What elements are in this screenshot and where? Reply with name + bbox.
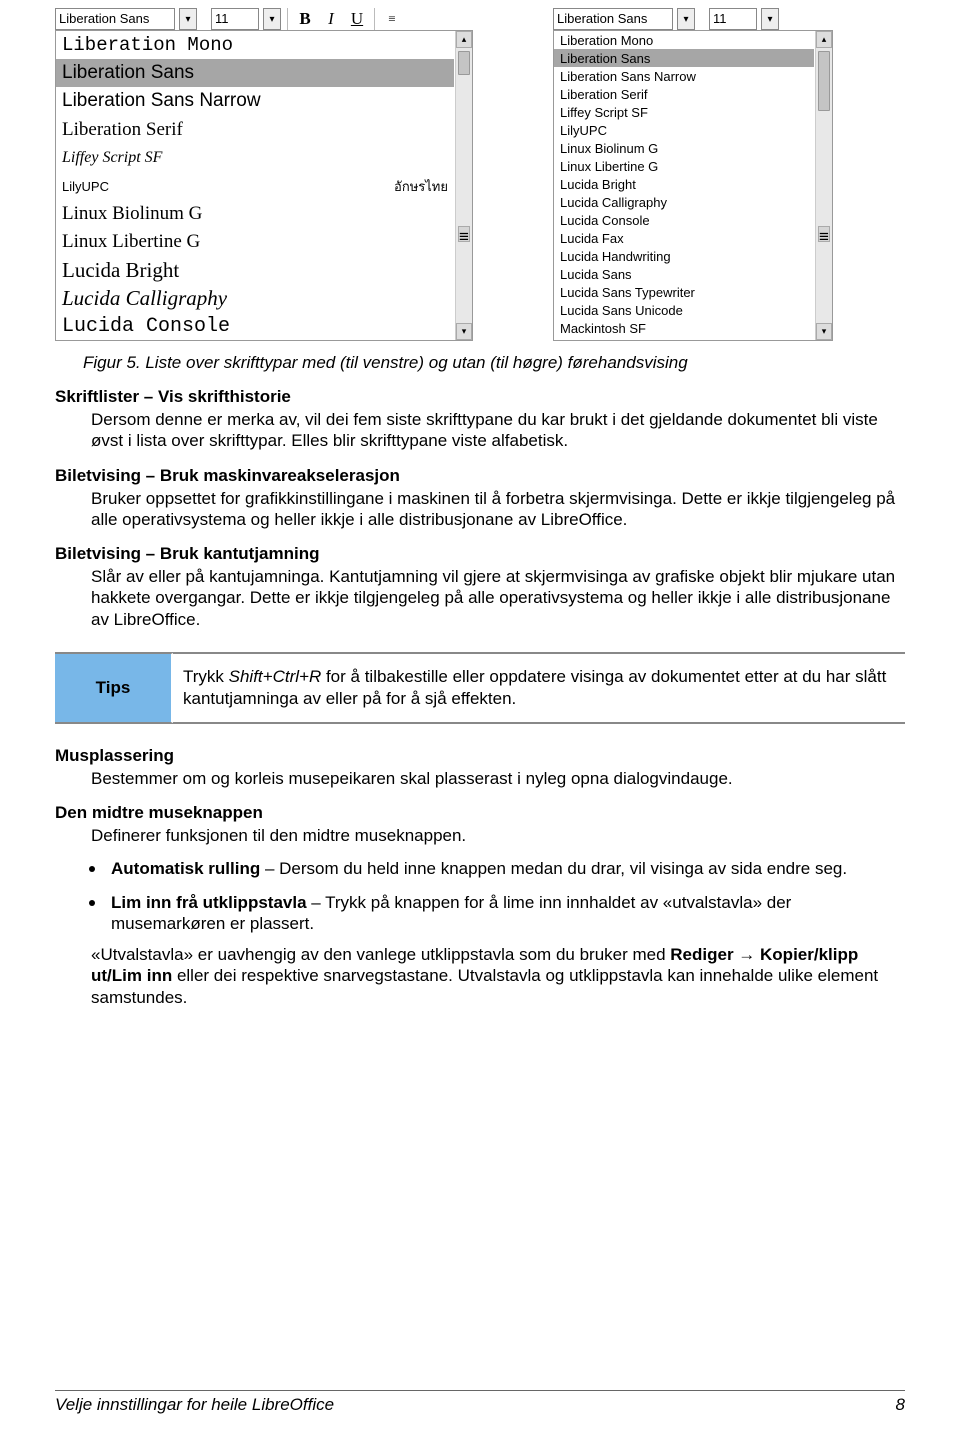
font-list-item[interactable]: Linux Libertine G xyxy=(554,157,814,175)
text-run: «Utvalstavla» er uavhengig av den vanleg… xyxy=(91,945,670,964)
font-list-item[interactable]: Mackintosh SF xyxy=(554,319,814,337)
figure-caption: Figur 5. Liste over skrifttypar med (til… xyxy=(83,353,905,373)
paragraph: «Utvalstavla» er uavhengig av den vanleg… xyxy=(91,944,905,1008)
font-name-input[interactable] xyxy=(557,9,733,27)
font-size-input[interactable] xyxy=(215,9,253,27)
scrollbar[interactable]: ▴ ≡ ▾ xyxy=(815,31,832,340)
bullet-strong: Automatisk rulling xyxy=(111,859,260,878)
bullet-item: Automatisk rulling – Dersom du held inne… xyxy=(107,856,905,879)
font-name-combo[interactable] xyxy=(553,8,673,30)
bullet-list: Automatisk rulling – Dersom du held inne… xyxy=(107,856,905,934)
font-size-combo[interactable] xyxy=(709,8,757,30)
font-list-item[interactable]: Lucida Sans xyxy=(554,265,814,283)
section-heading: Skriftlister – Vis skrifthistorie xyxy=(55,387,905,407)
section-heading: Den midtre museknappen xyxy=(55,803,905,823)
section-heading: Musplassering xyxy=(55,746,905,766)
scroll-down-button[interactable]: ▾ xyxy=(456,323,472,340)
scroll-thumb[interactable] xyxy=(458,51,470,75)
chevron-down-icon: ▾ xyxy=(683,14,688,25)
font-list-item[interactable]: Lucida Handwriting xyxy=(554,247,814,265)
font-name-dropdown-button[interactable]: ▾ xyxy=(677,8,695,30)
font-list-item[interactable]: Lucida Bright xyxy=(56,257,454,285)
font-list-item[interactable]: Lucida Fax xyxy=(554,229,814,247)
font-size-combo[interactable] xyxy=(211,8,259,30)
scroll-up-button[interactable]: ▴ xyxy=(456,31,472,48)
toolbar-separator xyxy=(287,8,288,30)
text-run: eller dei respektive snarvegstastane. Ut… xyxy=(91,966,878,1006)
font-list-item-selected[interactable]: Liberation Sans xyxy=(56,59,454,87)
tips-body: Trykk Shift+Ctrl+R for å tilbakestille e… xyxy=(173,653,905,723)
font-size-dropdown-button[interactable]: ▾ xyxy=(761,8,779,30)
bullet-text: – Dersom du held inne knappen medan du d… xyxy=(260,859,847,878)
italic-button[interactable]: I xyxy=(320,8,342,30)
paragraph: Definerer funksjonen til den midtre muse… xyxy=(91,825,905,846)
tips-text: Trykk xyxy=(183,667,229,686)
font-size-input[interactable] xyxy=(713,9,751,27)
scroll-up-button[interactable]: ▴ xyxy=(816,31,832,48)
section-heading: Biletvising – Bruk maskinvareakselerasjo… xyxy=(55,466,905,486)
formatting-toolbar-right: ▾ ▾ xyxy=(553,8,833,30)
bullet-item: Lim inn frå utklippstavla – Trykk på kna… xyxy=(107,890,905,935)
font-list-item[interactable]: Linux Libertine G xyxy=(56,228,454,256)
font-list-item[interactable]: Lucida Sans Typewriter xyxy=(554,283,814,301)
scroll-page-marker[interactable]: ≡ xyxy=(818,226,830,242)
font-list-item[interactable]: Lucida Calligraphy xyxy=(554,193,814,211)
font-list-item[interactable]: Lucida Sans Unicode xyxy=(554,301,814,319)
page-footer: Velje innstillingar for heile LibreOffic… xyxy=(55,1390,905,1415)
chevron-down-icon: ▾ xyxy=(767,14,772,25)
font-preview-panel-right: ▾ ▾ Liberation Mono Liberation Sans Libe… xyxy=(553,8,833,341)
scrollbar[interactable]: ▴ ≡ ▾ xyxy=(455,31,472,340)
paragraph: Dersom denne er merka av, vil dei fem si… xyxy=(91,409,905,452)
font-list-item[interactable]: Liffey Script SF xyxy=(554,103,814,121)
font-list-item[interactable]: LilyUPCอักษรไทย xyxy=(56,172,454,200)
footer-title: Velje innstillingar for heile LibreOffic… xyxy=(55,1395,334,1415)
paragraph: Slår av eller på kantujamninga. Kantutja… xyxy=(91,566,905,630)
font-list-right[interactable]: Liberation Mono Liberation Sans Liberati… xyxy=(553,30,833,341)
font-list-item[interactable]: Liberation Serif xyxy=(56,116,454,144)
font-list-item-selected[interactable]: Liberation Sans xyxy=(554,49,814,67)
section-heading: Biletvising – Bruk kantutjamning xyxy=(55,544,905,564)
tips-label: Tips xyxy=(55,653,173,723)
tips-shortcut: Shift+Ctrl+R xyxy=(229,667,322,686)
font-name-dropdown-button[interactable]: ▾ xyxy=(179,8,197,30)
chevron-down-icon: ▾ xyxy=(269,14,274,25)
bullet-strong: Lim inn frå utklippstavla xyxy=(111,893,307,912)
align-left-button[interactable]: ≡ xyxy=(381,8,403,30)
font-list-item[interactable]: Liberation Mono xyxy=(554,31,814,49)
font-name-combo[interactable] xyxy=(55,8,175,30)
bold-button[interactable]: B xyxy=(294,8,316,30)
font-list-item[interactable]: Liberation Sans Narrow xyxy=(554,67,814,85)
paragraph: Bestemmer om og korleis musepeikaren ska… xyxy=(91,768,905,789)
scroll-page-marker[interactable]: ≡ xyxy=(458,226,470,242)
tips-box: Tips Trykk Shift+Ctrl+R for å tilbakesti… xyxy=(55,652,905,724)
paragraph: Bruker oppsettet for grafikkinstillingan… xyxy=(91,488,905,531)
font-list-item[interactable]: Liberation Sans Narrow xyxy=(56,87,454,115)
font-list-item[interactable]: Linux Biolinum G xyxy=(56,200,454,228)
figure-5: ▾ ▾ B I U ≡ Liberation Mono Liberation S… xyxy=(55,8,905,341)
font-list-item[interactable]: Liberation Mono xyxy=(56,31,454,59)
font-size-dropdown-button[interactable]: ▾ xyxy=(263,8,281,30)
font-list-item[interactable]: Liberation Serif xyxy=(554,85,814,103)
page-number: 8 xyxy=(896,1395,905,1415)
font-name-input[interactable] xyxy=(59,9,235,27)
font-preview-panel-left: ▾ ▾ B I U ≡ Liberation Mono Liberation S… xyxy=(55,8,473,341)
scroll-thumb[interactable] xyxy=(818,51,830,111)
font-list-item[interactable]: Lucida Console xyxy=(554,211,814,229)
font-list-item[interactable]: Lucida Calligraphy xyxy=(56,285,454,313)
font-list-left[interactable]: Liberation Mono Liberation Sans Liberati… xyxy=(55,30,473,341)
underline-button[interactable]: U xyxy=(346,8,368,30)
scroll-down-button[interactable]: ▾ xyxy=(816,323,832,340)
font-list-item[interactable]: LilyUPC xyxy=(554,121,814,139)
formatting-toolbar-left: ▾ ▾ B I U ≡ xyxy=(55,8,473,30)
toolbar-separator xyxy=(374,8,375,30)
font-list-item[interactable]: Liffey Script SF xyxy=(56,144,454,172)
font-list-item[interactable]: Linux Biolinum G xyxy=(554,139,814,157)
font-list-item[interactable]: Lucida Bright xyxy=(554,175,814,193)
chevron-down-icon: ▾ xyxy=(185,14,190,25)
font-list-item[interactable]: Lucida Console xyxy=(56,313,454,340)
